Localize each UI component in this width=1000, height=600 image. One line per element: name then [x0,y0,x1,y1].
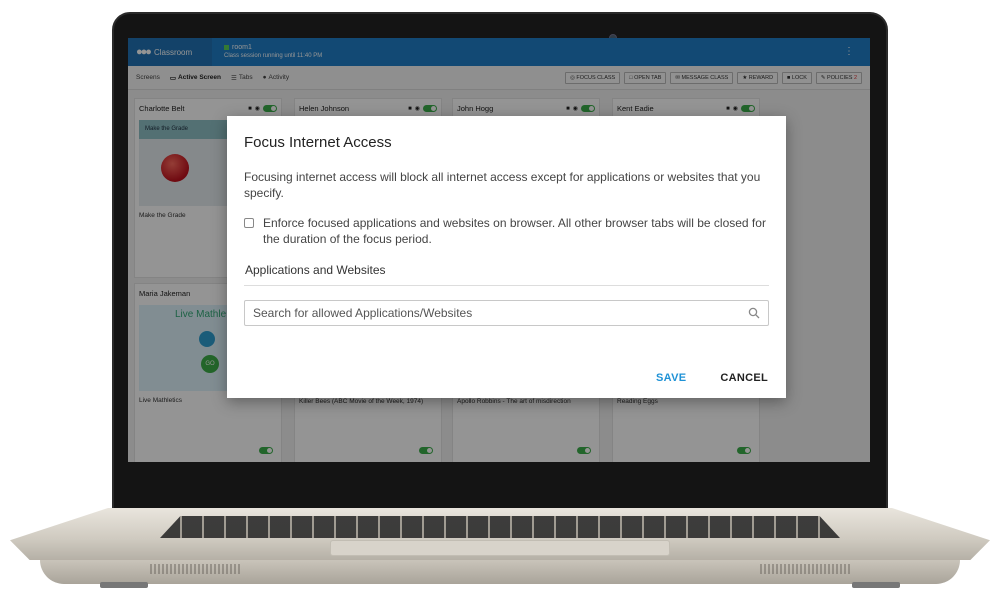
speaker-grille-right [760,564,850,574]
dialog-title: Focus Internet Access [244,134,392,151]
enforce-label: Enforce focused applications and website… [263,216,766,246]
save-button[interactable]: SAVE [656,372,686,384]
section-heading: Applications and Websites [244,263,769,286]
laptop-foot-right [852,582,900,588]
keyboard [160,516,840,538]
cancel-button[interactable]: CANCEL [720,372,768,384]
speaker-grille-left [150,564,240,574]
focus-internet-access-dialog: Focus Internet Access Focusing internet … [227,116,786,398]
laptop-foot-left [100,582,148,588]
dialog-description: Focusing internet access will block all … [244,170,761,200]
trackpad [330,540,670,556]
search-icon[interactable] [748,307,760,319]
enforce-option[interactable]: Enforce focused applications and website… [244,215,769,247]
search-input[interactable] [253,306,748,320]
enforce-checkbox[interactable] [244,218,254,228]
search-field[interactable] [244,300,769,326]
